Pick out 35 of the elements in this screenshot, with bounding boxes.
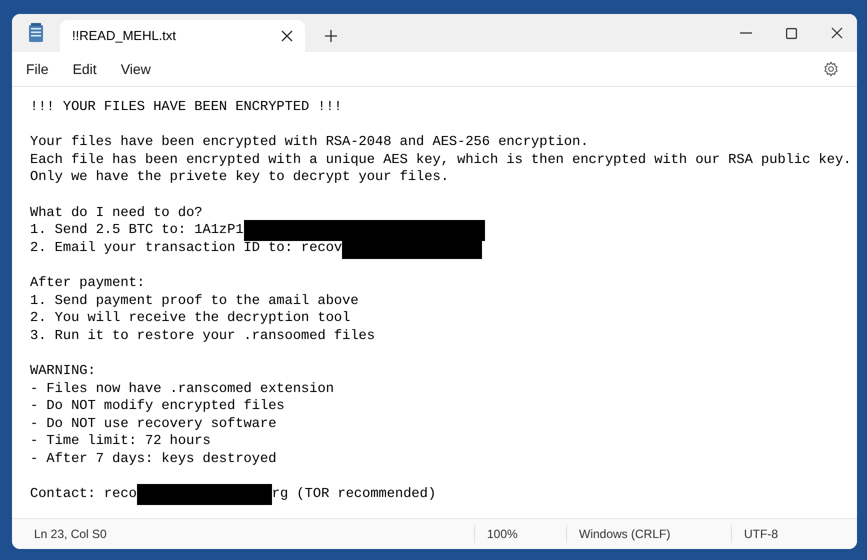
text-line: Each file has been encrypted with a unique AES key, which is then encrypted with our RSA public key. [30,152,852,170]
maximize-icon[interactable] [786,28,797,38]
text-line: WARNING: [30,362,96,380]
text-line: - Do NOT modify encrypted files [30,398,285,416]
text-line: After payment: [30,274,145,293]
status-item: UTF-8 [744,527,778,541]
settings-icon[interactable] [823,61,839,77]
text-line: rg (TOR recommended) [272,486,436,504]
notepad-icon [28,23,44,43]
plus-icon[interactable] [325,30,337,42]
text-line: - After 7 days: keys destroyed [30,450,276,468]
minimize-icon[interactable] [740,32,752,34]
close-icon[interactable] [281,30,293,42]
text-line: Only we have the privete key to decrypt your files. [30,169,449,187]
document-tab[interactable]: !!READ_MEHL.txt [60,20,305,52]
menu-item[interactable]: Edit [72,58,97,80]
text-line: Contact: reco [30,486,137,504]
text-line: - Time limit: 72 hours [30,433,211,451]
text-line: 1. Send payment proof to the amail above [30,292,359,310]
text-line: 3. Run it to restore your .ransoomed files [30,328,375,346]
text-line: - Do NOT use recovery software [30,416,276,434]
menu-item[interactable]: File [26,58,49,80]
tab-title: !!READ_MEHL.txt [72,27,178,46]
text-line: 1. Send 2.5 BTC to: 1A1zP1 [30,222,244,240]
status-item: Windows (CRLF) [579,527,670,541]
menu-item[interactable]: View [120,58,151,80]
text-line: 2. You will receive the decryption tool [30,310,350,328]
text-line: - Files now have .ranscomed extension [30,380,334,398]
status-item: Ln 23, Col S0 [34,527,107,541]
text-line: What do I need to do? [30,204,202,222]
text-line: !!! YOUR FILES HAVE BEEN ENCRYPTED !!! [30,99,342,117]
text-line: 2. Email your transaction ID to: recov [30,240,342,258]
text-line: Your files have been encrypted with RSA-2048 and AES-256 encryption. [30,134,589,152]
close-icon[interactable] [831,27,843,39]
status-item: 100% [487,527,518,541]
